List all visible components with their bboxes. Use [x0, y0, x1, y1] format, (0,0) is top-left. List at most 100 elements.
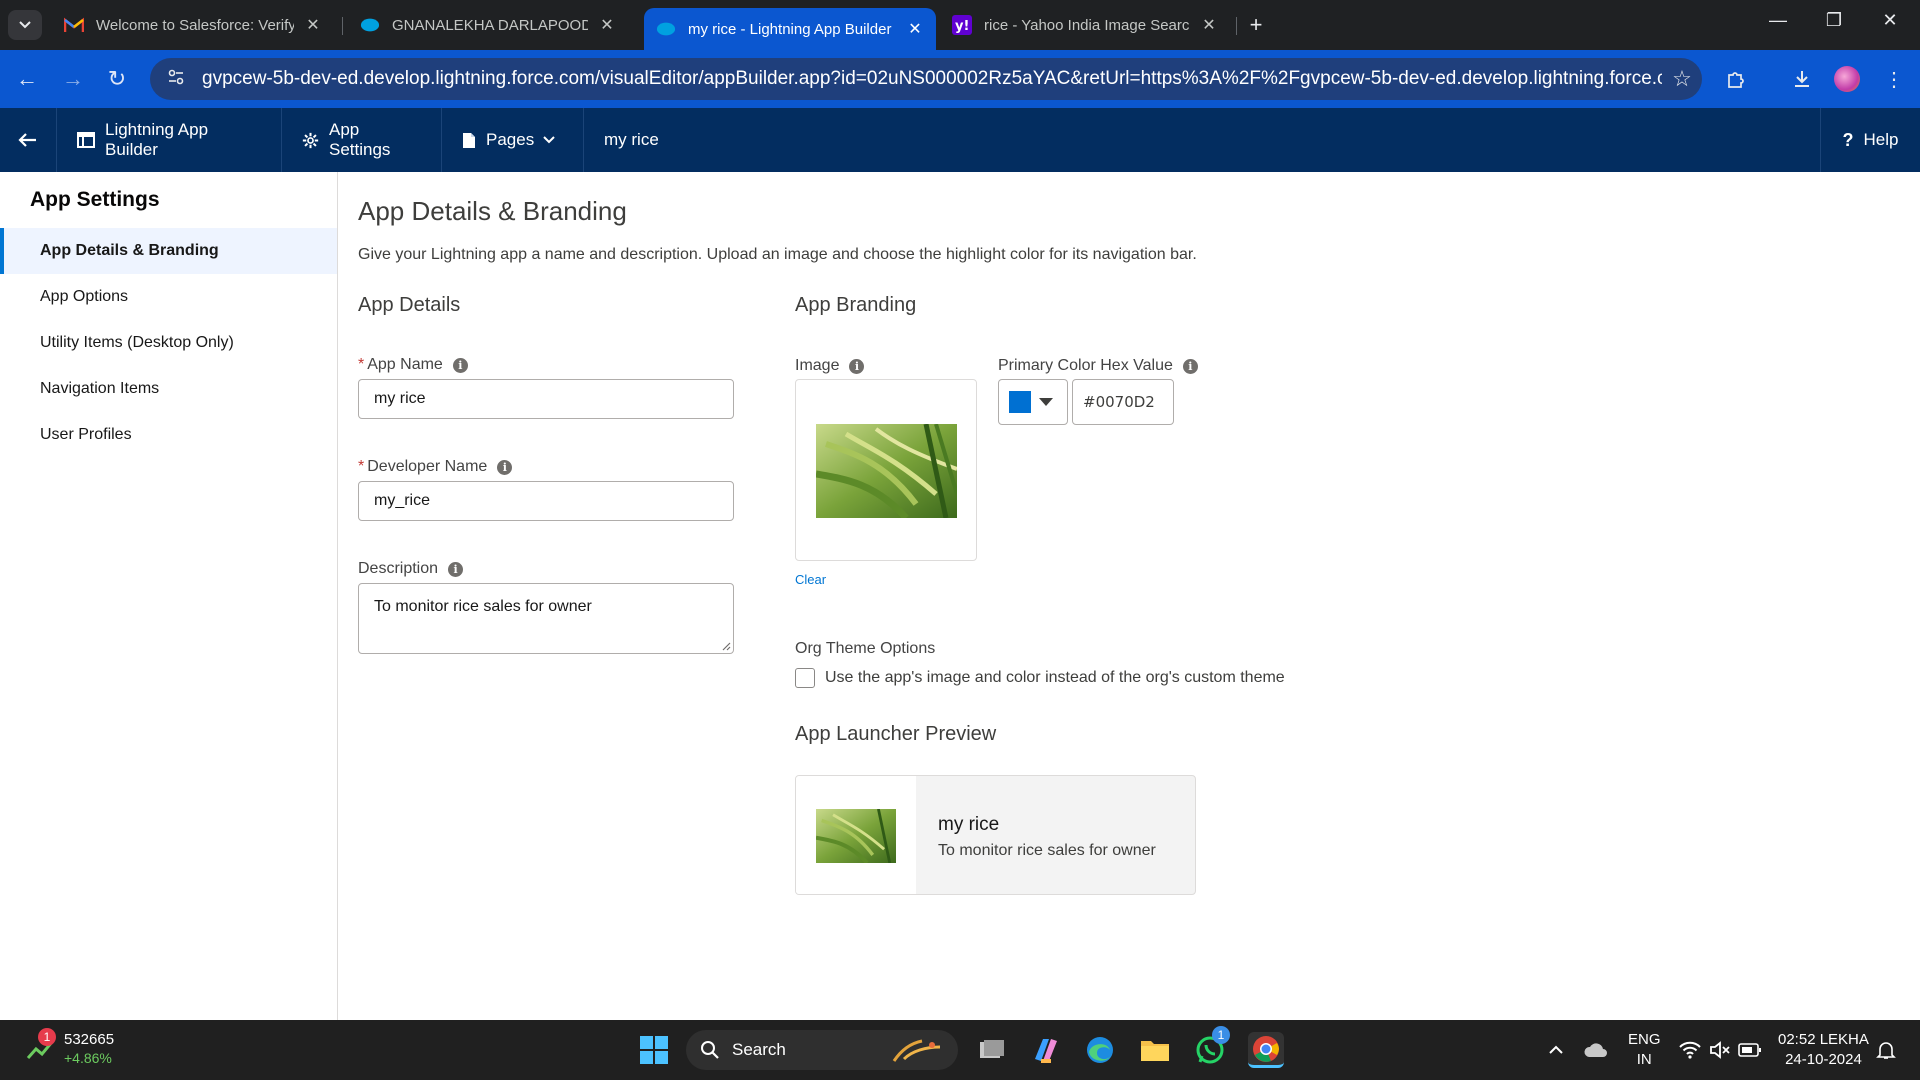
- sidebar-item-user-profiles[interactable]: User Profiles: [0, 412, 337, 458]
- developer-name-input[interactable]: my_rice: [358, 481, 734, 521]
- bookmark-star-icon[interactable]: ☆: [1662, 66, 1702, 92]
- page-title: App Details & Branding: [358, 196, 627, 226]
- app-builder-icon: [77, 131, 95, 149]
- language-indicator[interactable]: ENG IN: [1628, 1030, 1661, 1070]
- reload-icon[interactable]: ↻: [102, 64, 132, 94]
- browser-tab-app-builder[interactable]: my rice - Lightning App Builder ✕: [644, 8, 936, 50]
- resize-grip-icon[interactable]: [721, 641, 731, 651]
- required-asterisk: *: [358, 458, 365, 475]
- language-code: ENG: [1628, 1031, 1661, 1048]
- battery-icon[interactable]: [1732, 1032, 1768, 1068]
- search-icon: [701, 1041, 719, 1059]
- file-explorer-icon[interactable]: [1137, 1032, 1173, 1068]
- tab-divider: [1236, 17, 1237, 35]
- close-window-icon[interactable]: ✕: [1870, 10, 1910, 31]
- new-tab-plus-icon[interactable]: +: [1242, 12, 1270, 38]
- browser-toolbar: ← → ↻ gvpcew-5b-dev-ed.develop.lightning…: [0, 50, 1920, 108]
- close-tab-icon[interactable]: ✕: [1200, 15, 1218, 35]
- preview-image-tile: [796, 776, 916, 894]
- sidebar-item-utility-items[interactable]: Utility Items (Desktop Only): [0, 320, 337, 366]
- stock-change: +4.86%: [64, 1050, 112, 1066]
- developer-name-label-row: * Developer Name i: [358, 458, 513, 476]
- app-builder-header: Lightning App Builder App Settings Pages…: [0, 108, 1920, 172]
- site-info-icon[interactable]: [158, 68, 194, 91]
- preview-app-description: To monitor rice sales for owner: [938, 842, 1156, 859]
- address-bar[interactable]: gvpcew-5b-dev-ed.develop.lightning.force…: [150, 58, 1702, 100]
- tab-title: my rice - Lightning App Builder: [688, 20, 892, 38]
- tab-title: GNANALEKHA DARLAPOODI | S: [392, 16, 588, 34]
- browser-tab-gmail[interactable]: Welcome to Salesforce: Verify y ✕: [52, 8, 334, 42]
- app-launcher-preview-card: my rice To monitor rice sales for owner: [795, 775, 1196, 895]
- description-textarea[interactable]: To monitor rice sales for owner: [358, 583, 734, 654]
- settings-sidebar: App Settings App Details & Branding App …: [0, 172, 338, 1020]
- app-launcher-preview-heading: App Launcher Preview: [795, 723, 997, 745]
- color-swatch: [1009, 391, 1031, 413]
- description-label: Description: [358, 560, 439, 577]
- onedrive-cloud-icon[interactable]: [1578, 1032, 1614, 1068]
- sidebar-item-app-details-branding[interactable]: App Details & Branding: [0, 228, 337, 274]
- close-tab-icon[interactable]: ✕: [304, 15, 322, 35]
- stock-widget[interactable]: 1 532665 +4.86%: [26, 1028, 114, 1068]
- header-back-button[interactable]: [0, 108, 57, 172]
- windows-start-icon[interactable]: [636, 1032, 672, 1068]
- task-view-icon[interactable]: [974, 1032, 1010, 1068]
- sidebar-item-label: User Profiles: [40, 426, 132, 443]
- info-icon[interactable]: i: [849, 358, 865, 374]
- chrome-browser-icon[interactable]: [1248, 1032, 1284, 1068]
- browser-tab-yahoo[interactable]: y! rice - Yahoo India Image Search ✕: [940, 8, 1230, 42]
- region-code: IN: [1636, 1051, 1652, 1068]
- info-icon[interactable]: i: [497, 459, 513, 475]
- sidebar-item-navigation-items[interactable]: Navigation Items: [0, 366, 337, 412]
- taskbar-search[interactable]: Search: [686, 1030, 958, 1070]
- rice-plant-image: [816, 424, 957, 518]
- minimize-window-icon[interactable]: —: [1758, 10, 1798, 31]
- info-icon[interactable]: i: [1182, 358, 1198, 374]
- info-icon[interactable]: i: [448, 561, 464, 577]
- primary-color-label: Primary Color Hex Value: [998, 357, 1173, 374]
- url-text: gvpcew-5b-dev-ed.develop.lightning.force…: [202, 68, 1662, 89]
- preview-app-name: my rice: [938, 814, 1000, 835]
- pages-dropdown[interactable]: Pages: [442, 108, 584, 172]
- question-icon: ?: [1842, 129, 1854, 150]
- app-name-input[interactable]: my rice: [358, 379, 734, 419]
- main-content: App Details & Branding Give your Lightni…: [358, 172, 1900, 1020]
- close-tab-icon[interactable]: ✕: [598, 15, 616, 35]
- notification-bell-icon[interactable]: [1868, 1032, 1904, 1068]
- help-label: Help: [1863, 130, 1899, 149]
- svg-text:y!: y!: [955, 19, 969, 34]
- info-icon[interactable]: i: [452, 357, 468, 373]
- app-details-heading: App Details: [358, 294, 461, 316]
- download-icon[interactable]: [1786, 64, 1818, 94]
- yahoo-icon: y!: [952, 15, 972, 35]
- show-hidden-icons-chevron[interactable]: [1538, 1032, 1574, 1068]
- copilot-icon[interactable]: [1028, 1032, 1064, 1068]
- color-picker-button[interactable]: [998, 379, 1068, 425]
- theme-checkbox[interactable]: [795, 668, 815, 688]
- tab-search-button[interactable]: [8, 10, 42, 40]
- restore-window-icon[interactable]: ❐: [1814, 10, 1854, 31]
- edge-browser-icon[interactable]: [1082, 1032, 1118, 1068]
- close-tab-icon[interactable]: ✕: [906, 19, 924, 39]
- page-icon: [462, 132, 476, 149]
- whatsapp-icon[interactable]: 1: [1192, 1026, 1230, 1068]
- browser-menu-icon[interactable]: ⋮: [1878, 64, 1910, 94]
- app-settings-menu[interactable]: App Settings: [282, 108, 442, 172]
- salesforce-icon: [360, 15, 380, 35]
- back-arrow-icon[interactable]: ←: [12, 64, 42, 94]
- browser-tab-gnanalekha[interactable]: GNANALEKHA DARLAPOODI | S ✕: [348, 8, 628, 42]
- chevron-down-icon: [542, 135, 556, 145]
- color-hex-input[interactable]: #0070D2: [1072, 379, 1174, 425]
- clock[interactable]: 02:52 LEKHA 24-10-2024: [1778, 1030, 1869, 1070]
- sidebar-item-app-options[interactable]: App Options: [0, 274, 337, 320]
- clear-image-link[interactable]: Clear: [795, 572, 826, 587]
- back-arrow-icon: [18, 133, 36, 147]
- current-app-name: my rice: [604, 130, 659, 149]
- forward-arrow-icon[interactable]: →: [58, 64, 88, 94]
- extensions-puzzle-icon[interactable]: [1720, 64, 1752, 94]
- profile-avatar[interactable]: [1834, 66, 1860, 92]
- required-asterisk: *: [358, 356, 365, 373]
- help-button[interactable]: ? Help: [1820, 108, 1920, 172]
- color-label-row: Primary Color Hex Value i: [998, 357, 1198, 375]
- image-upload-box[interactable]: [795, 379, 977, 561]
- lightning-app-builder-menu[interactable]: Lightning App Builder: [57, 108, 282, 172]
